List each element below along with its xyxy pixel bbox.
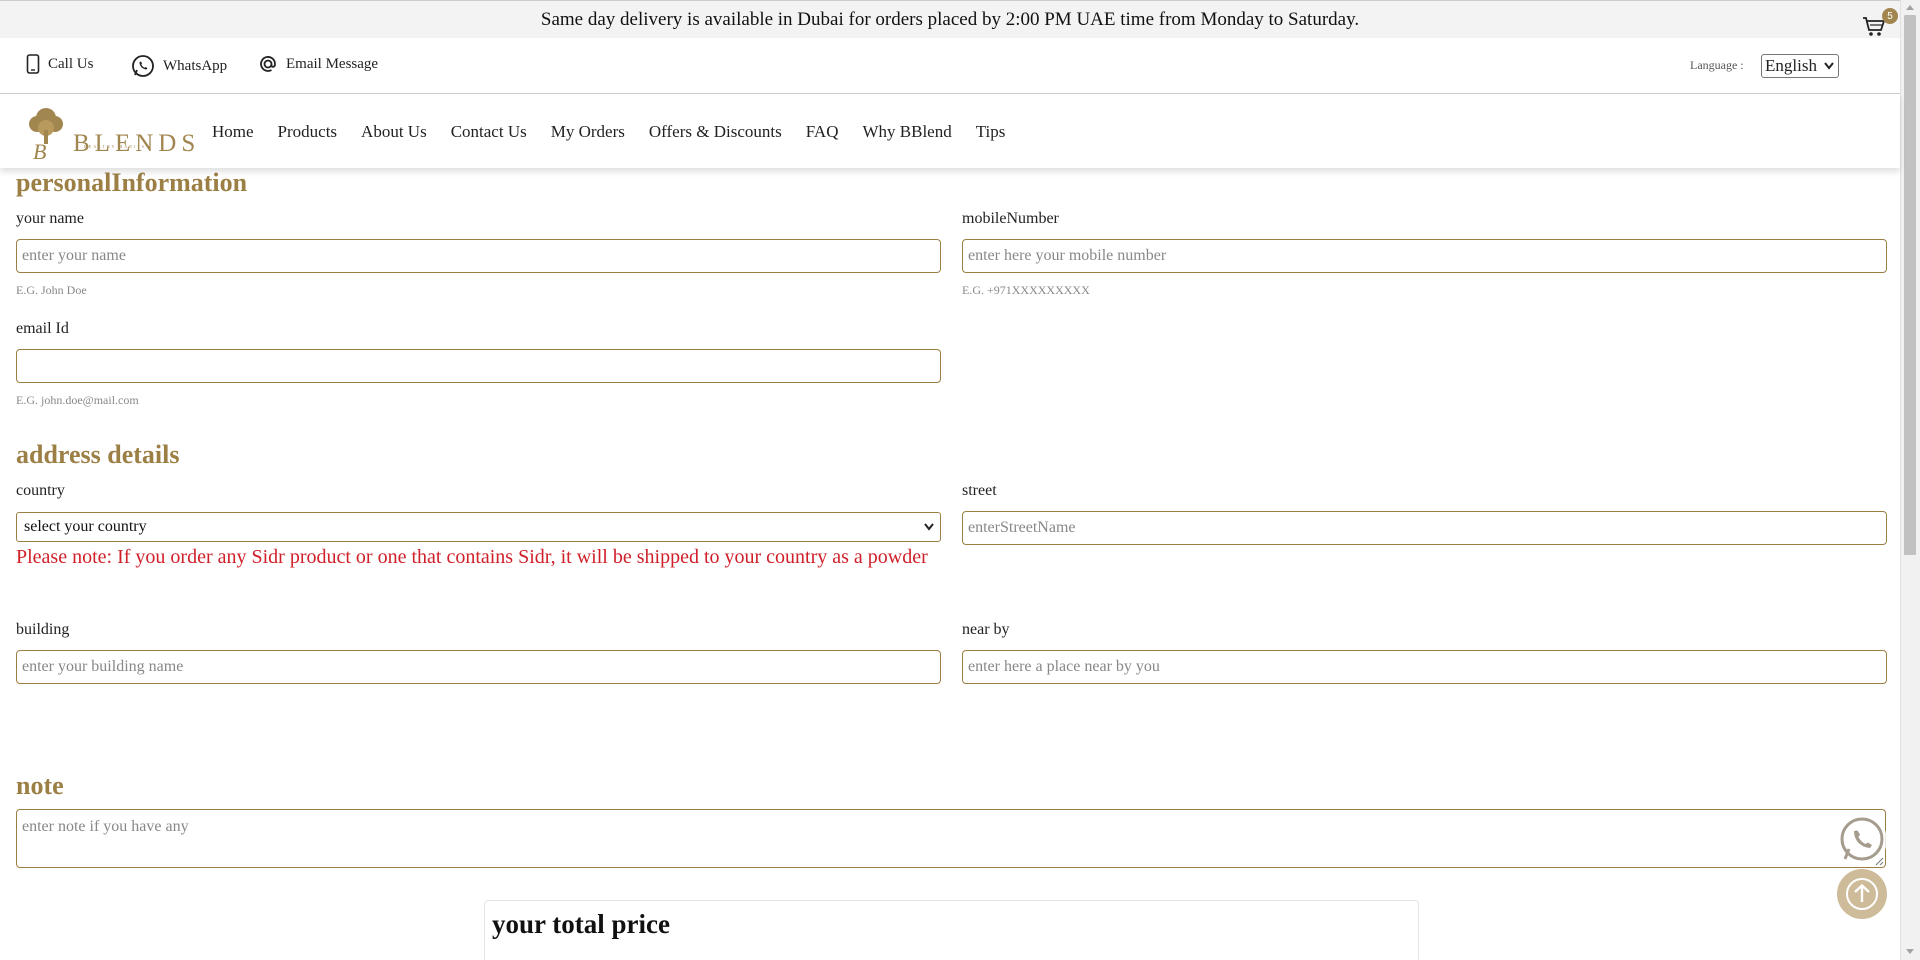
scroll-up-arrow-icon[interactable] (1905, 3, 1915, 11)
country-label: country (16, 482, 65, 499)
name-hint: E.G. John Doe (16, 283, 87, 297)
whatsapp-icon (132, 55, 154, 77)
name-input[interactable]: enter your name (16, 239, 941, 273)
delivery-banner-text: Same day delivery is available in Dubai … (540, 8, 1360, 30)
whatsapp-label: WhatsApp (163, 57, 228, 74)
call-us-link[interactable]: Call Us (26, 54, 93, 74)
nav-menu: Home Products About Us Contact Us My Ord… (212, 122, 1029, 142)
email-link[interactable]: Email Message (258, 54, 378, 74)
street-input[interactable]: enterStreetName (962, 511, 1887, 545)
scroll-down-arrow-icon[interactable] (1905, 948, 1915, 956)
mobile-placeholder: enter here your mobile number (968, 247, 1167, 264)
delivery-banner: Same day delivery is available in Dubai … (0, 0, 1900, 38)
whatsapp-icon (1840, 817, 1884, 861)
name-label: your name (16, 210, 84, 227)
scrollbar-thumb[interactable] (1904, 15, 1916, 555)
language-select[interactable]: English (1761, 54, 1839, 78)
street-placeholder: enterStreetName (968, 519, 1076, 536)
name-placeholder: enter your name (22, 247, 126, 264)
main-navbar: B BLENDS HEALTHY HABITS Home Products Ab… (0, 94, 1900, 168)
note-placeholder: enter note if you have any (22, 818, 189, 835)
address-details-heading: address details (16, 440, 180, 469)
language-label: Language : (1690, 58, 1744, 72)
call-us-label: Call Us (48, 55, 94, 72)
nav-item-faq[interactable]: FAQ (806, 122, 839, 142)
blends-logo[interactable]: B BLENDS (25, 104, 200, 162)
nav-item-offers[interactable]: Offers & Discounts (649, 122, 782, 142)
nav-item-tips[interactable]: Tips (976, 122, 1006, 142)
whatsapp-float-button[interactable] (1837, 815, 1887, 865)
country-select[interactable]: select your country (16, 512, 941, 542)
email-hint: E.G. john.doe@mail.com (16, 393, 139, 407)
nav-item-products[interactable]: Products (278, 122, 338, 142)
total-price-heading: your total price (492, 909, 670, 939)
country-select-value: select your country (24, 518, 147, 535)
nav-item-home[interactable]: Home (212, 122, 254, 142)
whatsapp-link[interactable]: WhatsApp (131, 54, 227, 78)
phone-icon (26, 54, 40, 74)
scroll-to-top-button[interactable] (1837, 869, 1887, 919)
language-value: English (1765, 56, 1817, 75)
email-input[interactable] (16, 349, 941, 383)
nearby-label: near by (962, 621, 1010, 638)
mobile-label: mobileNumber (962, 210, 1059, 227)
nav-item-my-orders[interactable]: My Orders (551, 122, 625, 142)
street-label: street (962, 482, 997, 499)
building-placeholder: enter your building name (22, 658, 184, 675)
email-id-label: email Id (16, 320, 69, 337)
chevron-down-icon (1824, 62, 1834, 70)
note-textarea[interactable]: enter note if you have any (16, 809, 1886, 868)
personal-info-heading: personalInformation (16, 168, 248, 197)
nav-item-about-us[interactable]: About Us (361, 122, 427, 142)
note-heading: note (16, 771, 64, 800)
contact-bar: Call Us WhatsApp Email Message Language … (0, 38, 1900, 94)
svg-text:B: B (33, 139, 46, 162)
nearby-placeholder: enter here a place near by you (968, 658, 1160, 675)
cart-count-badge: 5 (1882, 8, 1898, 24)
tree-logo-icon: B (29, 108, 63, 162)
at-sign-icon (260, 56, 276, 72)
mobile-hint: E.G. +971XXXXXXXXX (962, 283, 1090, 297)
building-label: building (16, 621, 70, 638)
nav-item-why-bblend[interactable]: Why BBlend (862, 122, 951, 142)
arrow-up-icon (1846, 878, 1878, 910)
sidr-shipping-warning: Please note: If you order any Sidr produ… (16, 546, 928, 568)
building-input[interactable]: enter your building name (16, 650, 941, 684)
nearby-input[interactable]: enter here a place near by you (962, 650, 1887, 684)
chevron-down-icon (924, 523, 934, 531)
nav-item-contact-us[interactable]: Contact Us (451, 122, 527, 142)
logo-tagline: HEALTHY HABITS (84, 144, 146, 149)
mobile-input[interactable]: enter here your mobile number (962, 239, 1887, 273)
email-label: Email Message (286, 55, 379, 72)
